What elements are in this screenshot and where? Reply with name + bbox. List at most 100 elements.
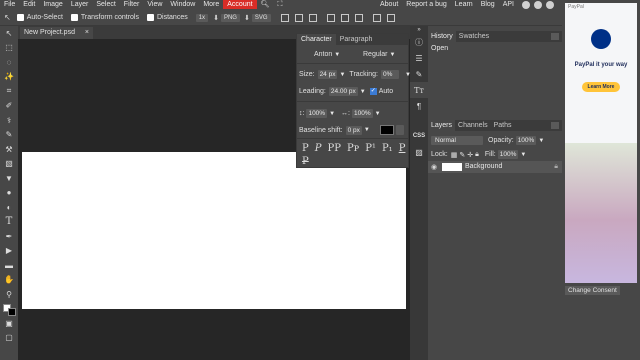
menu-more[interactable]: More: [199, 0, 223, 9]
distances-checkbox[interactable]: [146, 14, 154, 21]
underline-icon[interactable]: P: [399, 143, 406, 154]
layer-row[interactable]: ◉ Background 🔒︎: [428, 161, 562, 173]
export-svg-button[interactable]: SVG: [251, 13, 271, 22]
link-api[interactable]: API: [499, 1, 518, 8]
type-tool-icon[interactable]: T: [0, 215, 18, 230]
auto-select-checkbox[interactable]: [16, 14, 24, 21]
align-center-icon[interactable]: [294, 13, 303, 22]
chevron-down-icon[interactable]: ▼: [375, 111, 381, 117]
lock-position-icon[interactable]: ✛: [467, 151, 473, 159]
healing-brush-icon[interactable]: ⚕: [0, 113, 18, 128]
quick-mask-icon[interactable]: ▣: [0, 316, 18, 331]
paint-bucket-icon[interactable]: ▼: [0, 171, 18, 186]
menu-file[interactable]: File: [0, 0, 19, 9]
brush-settings-icon[interactable]: ✎: [410, 66, 428, 82]
search-icon[interactable]: 🔍︎: [257, 0, 274, 9]
vertical-scale-input[interactable]: 100%: [306, 109, 328, 118]
reddit-icon[interactable]: [522, 0, 530, 9]
chevron-down-icon[interactable]: ▼: [360, 89, 366, 95]
transform-controls-option[interactable]: Transform controls: [70, 14, 139, 21]
blur-tool-icon[interactable]: ●: [0, 186, 18, 201]
all-caps-icon[interactable]: PP: [327, 143, 340, 154]
link-learn[interactable]: Learn: [451, 1, 477, 8]
subscript-icon[interactable]: P₁: [382, 143, 393, 154]
chevron-down-icon[interactable]: ▼: [364, 127, 370, 133]
eraser-tool-icon[interactable]: ▧: [0, 157, 18, 172]
menu-view[interactable]: View: [143, 0, 166, 9]
eye-icon[interactable]: ◉: [431, 163, 437, 171]
properties-icon[interactable]: ☰: [410, 50, 428, 66]
chevron-down-icon[interactable]: ▼: [538, 138, 544, 144]
link-about[interactable]: About: [376, 1, 402, 8]
distances-option[interactable]: Distances: [146, 14, 188, 21]
baseline-input[interactable]: 0 px: [345, 125, 362, 135]
strikethrough-icon[interactable]: P: [302, 156, 309, 167]
brush-tool-icon[interactable]: ✎: [0, 128, 18, 143]
menu-window[interactable]: Window: [166, 0, 199, 9]
panel-menu-icon[interactable]: [551, 122, 559, 129]
hand-tool-icon[interactable]: ✋: [0, 273, 18, 288]
distribute-icon[interactable]: [372, 13, 381, 22]
zoom-select[interactable]: 1x: [195, 13, 209, 22]
zoom-tool-icon[interactable]: ⚲: [0, 287, 18, 302]
twitter-icon[interactable]: [534, 0, 542, 9]
tab-swatches[interactable]: Swatches: [456, 31, 492, 42]
document-canvas[interactable]: [22, 152, 406, 309]
text-color-swatch[interactable]: [379, 125, 394, 135]
character-panel-icon[interactable]: Tᴛ: [410, 82, 428, 98]
move-tool-icon[interactable]: ↖: [0, 26, 18, 41]
menu-account[interactable]: Account: [223, 0, 257, 9]
font-family-select[interactable]: Anton ▼: [314, 51, 340, 58]
chevron-down-icon[interactable]: ▼: [520, 152, 526, 158]
css-panel-icon[interactable]: CSS: [410, 128, 428, 144]
tab-character[interactable]: Character: [297, 34, 336, 45]
path-select-icon[interactable]: ▶: [0, 244, 18, 259]
horizontal-scale-input[interactable]: 100%: [351, 109, 373, 118]
auto-leading-checkbox[interactable]: ✓: [369, 88, 377, 95]
more-icon[interactable]: [395, 125, 404, 135]
close-tab-icon[interactable]: ×: [85, 29, 89, 36]
align-left-icon[interactable]: [280, 13, 289, 22]
opacity-input[interactable]: 100%: [515, 136, 537, 145]
magic-wand-icon[interactable]: ✨: [0, 70, 18, 85]
screen-mode-icon[interactable]: ▢: [0, 331, 18, 346]
menu-filter[interactable]: Filter: [120, 0, 144, 9]
panel-menu-icon[interactable]: [551, 33, 559, 40]
fill-input[interactable]: 100%: [497, 150, 519, 159]
crop-tool-icon[interactable]: ⌗: [0, 84, 18, 99]
move-tool-icon[interactable]: ↖: [4, 13, 11, 22]
change-consent-button[interactable]: Change Consent: [565, 286, 620, 295]
tab-layers[interactable]: Layers: [428, 120, 456, 131]
transform-controls-checkbox[interactable]: [70, 14, 78, 21]
tab-history[interactable]: History: [428, 31, 456, 42]
paypal-ad[interactable]: PayPal PayPal it your way Learn More: [565, 3, 637, 283]
distribute-vertical-icon[interactable]: [386, 13, 395, 22]
faux-italic-icon[interactable]: P: [315, 143, 322, 154]
blend-mode-select[interactable]: Normal: [431, 136, 483, 145]
link-report-bug[interactable]: Report a bug: [402, 1, 450, 8]
leading-input[interactable]: 24.00 px: [328, 87, 358, 96]
facebook-icon[interactable]: [546, 0, 554, 9]
lock-transparency-icon[interactable]: ▦: [451, 151, 458, 159]
align-bottom-icon[interactable]: [354, 13, 363, 22]
fullscreen-icon[interactable]: ⛶: [273, 0, 286, 9]
document-tab[interactable]: New Project.psd ×: [20, 27, 94, 39]
tracking-input[interactable]: 0%: [380, 70, 399, 79]
lock-pixels-icon[interactable]: ✎: [459, 151, 465, 159]
paragraph-panel-icon[interactable]: ¶: [410, 98, 428, 114]
align-right-icon[interactable]: [308, 13, 317, 22]
lock-all-icon[interactable]: 🔒︎: [475, 151, 479, 159]
chevron-down-icon[interactable]: ▼: [339, 72, 345, 78]
small-caps-icon[interactable]: Pᴘ: [347, 143, 359, 154]
marquee-tool-icon[interactable]: ⬚: [0, 41, 18, 56]
size-input[interactable]: 24 px: [317, 70, 338, 79]
image-panel-icon[interactable]: ▨: [410, 144, 428, 160]
menu-select[interactable]: Select: [92, 0, 119, 9]
export-png-button[interactable]: PNG: [220, 13, 240, 22]
info-icon[interactable]: ⓘ: [410, 34, 428, 50]
align-top-icon[interactable]: [326, 13, 335, 22]
menu-image[interactable]: Image: [39, 0, 66, 9]
align-middle-icon[interactable]: [340, 13, 349, 22]
tab-paragraph[interactable]: Paragraph: [336, 34, 377, 45]
faux-bold-icon[interactable]: P: [302, 143, 309, 154]
